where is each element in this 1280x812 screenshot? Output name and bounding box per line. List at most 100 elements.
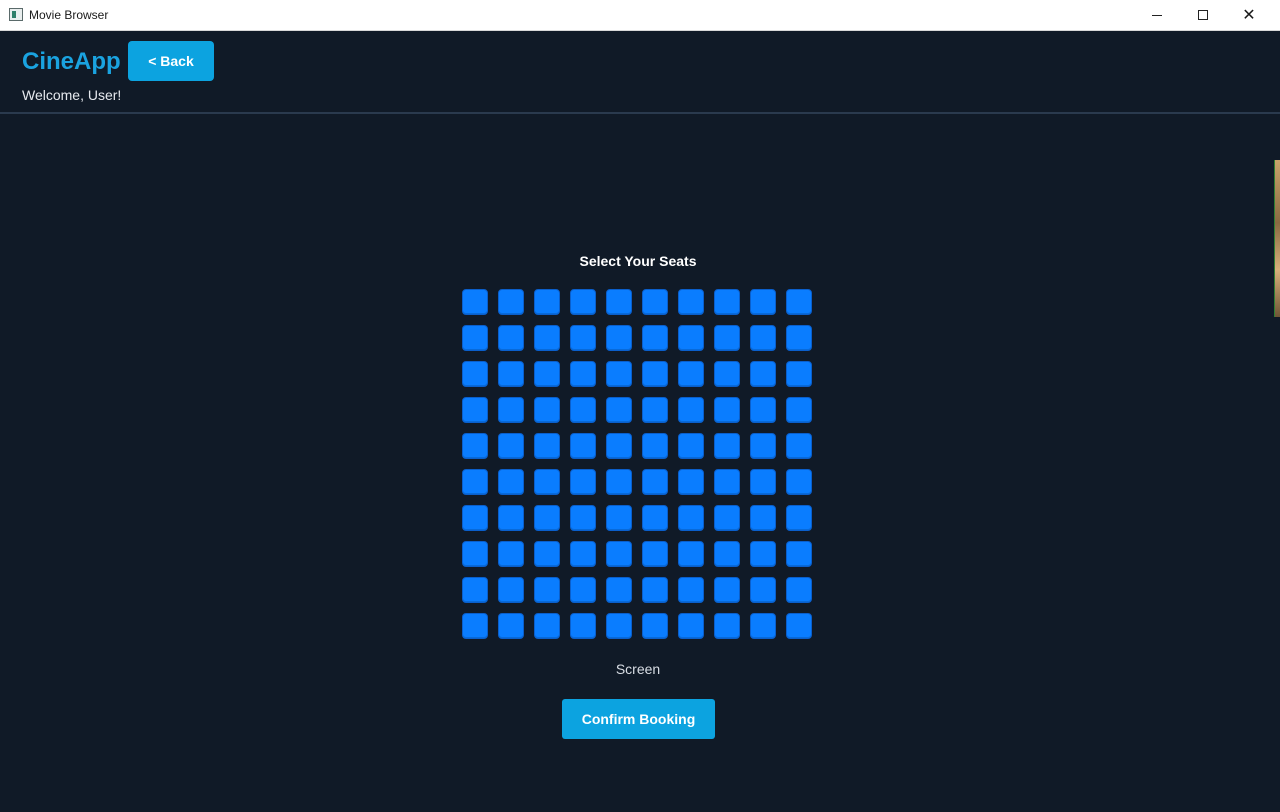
seat-button[interactable] (642, 577, 668, 603)
seat-button[interactable] (498, 433, 524, 459)
seat-button[interactable] (498, 361, 524, 387)
seat-button[interactable] (678, 325, 704, 351)
seat-button[interactable] (570, 577, 596, 603)
seat-button[interactable] (606, 325, 632, 351)
seat-button[interactable] (786, 361, 812, 387)
seat-button[interactable] (534, 613, 560, 639)
seat-button[interactable] (534, 289, 560, 315)
seat-button[interactable] (570, 325, 596, 351)
seat-button[interactable] (786, 577, 812, 603)
seat-button[interactable] (786, 541, 812, 567)
seat-button[interactable] (750, 397, 776, 423)
seat-button[interactable] (750, 433, 776, 459)
seat-button[interactable] (606, 469, 632, 495)
seat-button[interactable] (534, 433, 560, 459)
seat-button[interactable] (534, 577, 560, 603)
seat-button[interactable] (606, 361, 632, 387)
seat-button[interactable] (678, 541, 704, 567)
seat-button[interactable] (714, 577, 740, 603)
seat-button[interactable] (714, 541, 740, 567)
seat-button[interactable] (462, 505, 488, 531)
seat-button[interactable] (642, 397, 668, 423)
seat-button[interactable] (606, 613, 632, 639)
seat-button[interactable] (750, 541, 776, 567)
seat-button[interactable] (462, 325, 488, 351)
seat-button[interactable] (714, 469, 740, 495)
seat-button[interactable] (534, 397, 560, 423)
seat-button[interactable] (714, 325, 740, 351)
seat-button[interactable] (570, 541, 596, 567)
seat-button[interactable] (606, 505, 632, 531)
maximize-button[interactable] (1180, 0, 1226, 30)
seat-button[interactable] (750, 505, 776, 531)
seat-button[interactable] (714, 397, 740, 423)
seat-button[interactable] (678, 289, 704, 315)
seat-button[interactable] (462, 361, 488, 387)
seat-button[interactable] (462, 289, 488, 315)
seat-button[interactable] (606, 397, 632, 423)
seat-button[interactable] (570, 613, 596, 639)
seat-button[interactable] (786, 325, 812, 351)
seat-button[interactable] (678, 433, 704, 459)
seat-button[interactable] (678, 361, 704, 387)
seat-button[interactable] (642, 469, 668, 495)
seat-button[interactable] (786, 469, 812, 495)
seat-button[interactable] (750, 361, 776, 387)
seat-button[interactable] (498, 325, 524, 351)
seat-button[interactable] (750, 613, 776, 639)
seat-button[interactable] (678, 397, 704, 423)
seat-button[interactable] (750, 325, 776, 351)
seat-button[interactable] (642, 433, 668, 459)
seat-button[interactable] (714, 433, 740, 459)
seat-button[interactable] (570, 433, 596, 459)
seat-button[interactable] (642, 505, 668, 531)
seat-button[interactable] (534, 469, 560, 495)
seat-button[interactable] (462, 397, 488, 423)
close-button[interactable]: ✕ (1226, 0, 1272, 30)
seat-button[interactable] (498, 505, 524, 531)
seat-button[interactable] (462, 577, 488, 603)
seat-button[interactable] (606, 577, 632, 603)
seat-button[interactable] (678, 469, 704, 495)
seat-button[interactable] (498, 541, 524, 567)
seat-button[interactable] (750, 577, 776, 603)
seat-button[interactable] (642, 289, 668, 315)
seat-button[interactable] (642, 613, 668, 639)
seat-button[interactable] (606, 541, 632, 567)
seat-button[interactable] (786, 433, 812, 459)
seat-button[interactable] (606, 433, 632, 459)
seat-button[interactable] (642, 325, 668, 351)
seat-button[interactable] (498, 397, 524, 423)
seat-button[interactable] (498, 469, 524, 495)
minimize-button[interactable] (1134, 0, 1180, 30)
seat-button[interactable] (642, 541, 668, 567)
back-button[interactable]: < Back (128, 41, 214, 81)
title-bar[interactable]: Movie Browser ✕ (0, 0, 1280, 31)
seat-button[interactable] (570, 505, 596, 531)
seat-button[interactable] (714, 505, 740, 531)
seat-button[interactable] (678, 505, 704, 531)
seat-button[interactable] (534, 505, 560, 531)
seat-button[interactable] (786, 505, 812, 531)
seat-button[interactable] (570, 469, 596, 495)
seat-button[interactable] (462, 433, 488, 459)
seat-button[interactable] (678, 577, 704, 603)
seat-button[interactable] (462, 469, 488, 495)
seat-button[interactable] (498, 577, 524, 603)
seat-button[interactable] (534, 325, 560, 351)
seat-button[interactable] (534, 541, 560, 567)
seat-button[interactable] (678, 613, 704, 639)
seat-button[interactable] (786, 289, 812, 315)
seat-button[interactable] (570, 397, 596, 423)
seat-button[interactable] (750, 469, 776, 495)
seat-button[interactable] (570, 361, 596, 387)
seat-button[interactable] (786, 397, 812, 423)
seat-button[interactable] (606, 289, 632, 315)
seat-button[interactable] (498, 289, 524, 315)
seat-button[interactable] (714, 289, 740, 315)
seat-button[interactable] (462, 613, 488, 639)
seat-button[interactable] (642, 361, 668, 387)
seat-button[interactable] (570, 289, 596, 315)
seat-button[interactable] (714, 361, 740, 387)
confirm-booking-button[interactable]: Confirm Booking (562, 699, 715, 739)
